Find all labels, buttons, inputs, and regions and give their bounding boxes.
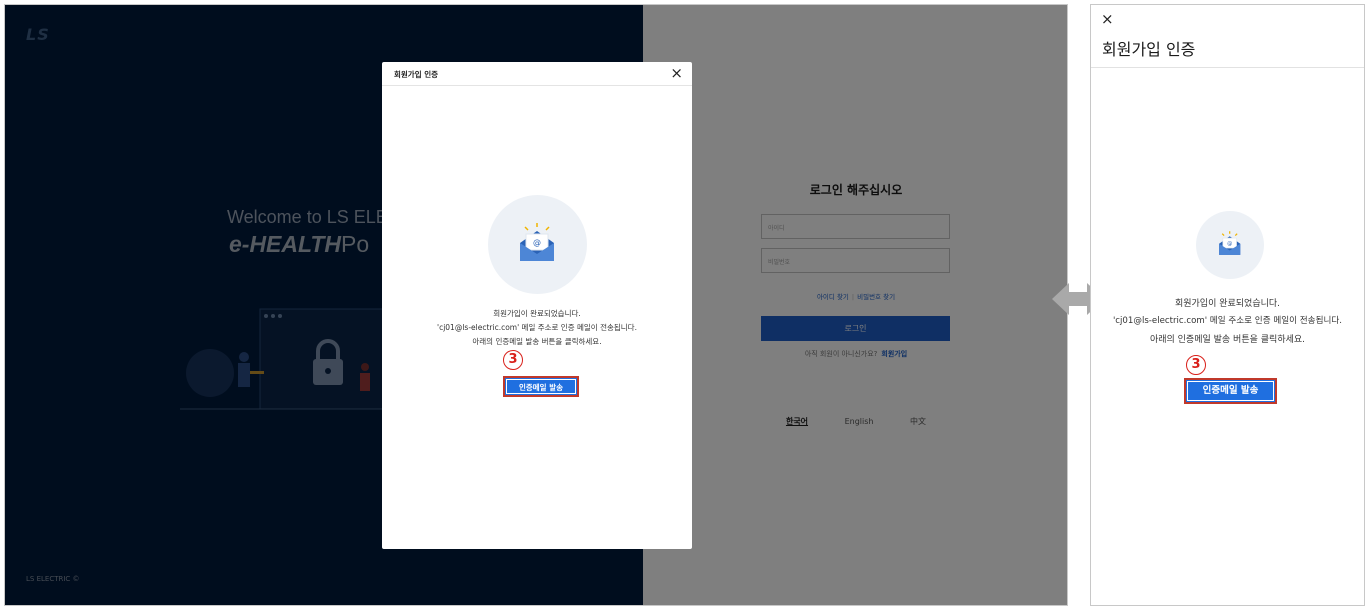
stage: LS Welcome to LS ELEC e-HEALTHPo LS ELEC… [0, 0, 1371, 610]
envelope-icon: @ [520, 223, 554, 261]
close-icon[interactable]: × [670, 64, 683, 82]
message-line-1: 회원가입이 완료되었습니다. [1174, 299, 1281, 309]
modal-header: 회원가입 인증 × [382, 62, 692, 86]
message-line-2: 'cj01@ls-electric.com' 메일 주소로 인증 메일이 전송됩… [437, 323, 637, 332]
step-marker: 3 [503, 350, 523, 370]
desktop-screenshot: LS Welcome to LS ELEC e-HEALTHPo LS ELEC… [4, 4, 1068, 606]
close-icon[interactable]: × [1101, 10, 1114, 28]
send-verification-email-button[interactable]: 인증메일 발송 [503, 376, 579, 397]
mobile-title: 회원가입 인증 [1102, 40, 1196, 59]
message-line-3: 아래의 인증메일 발송 버튼을 클릭하세요. [1149, 335, 1306, 345]
mail-illustration: @ [1196, 211, 1264, 279]
send-verification-email-button[interactable]: 인증메일 발송 [1184, 378, 1277, 404]
svg-text:@: @ [1227, 241, 1232, 247]
modal-title: 회원가입 인증 [394, 70, 439, 79]
message-line-2: 'cj01@ls-electric.com' 메일 주소로 인증 메일이 전송됩… [1112, 316, 1343, 326]
message-line-3: 아래의 인증메일 발송 버튼을 클릭하세요. [472, 337, 602, 346]
divider [1091, 67, 1364, 68]
step-marker: 3 [1186, 355, 1206, 375]
envelope-icon: @ [1219, 231, 1241, 255]
svg-text:@: @ [533, 238, 541, 247]
message-line-1: 회원가입이 완료되었습니다. [493, 309, 581, 318]
mobile-screenshot: × 회원가입 인증 @ 회원가입이 완료되었습니다. 'cj01@ls-elec… [1090, 4, 1365, 606]
mail-illustration: @ [488, 195, 587, 294]
signup-verify-modal: 회원가입 인증 × @ 회원가입이 완료되었습니다. 'cj01@ls-elec… [382, 62, 692, 549]
